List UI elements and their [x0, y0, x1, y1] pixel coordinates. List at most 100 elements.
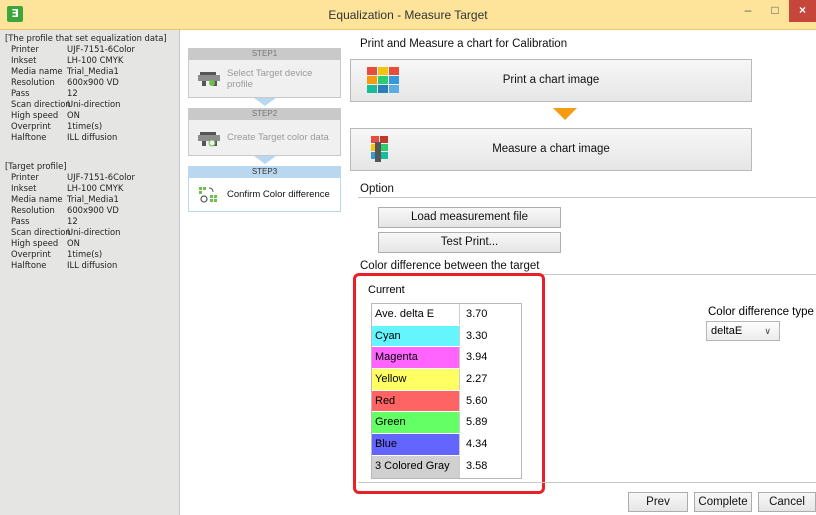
color-name-cell: Green — [372, 412, 460, 434]
profile-key: Printer — [11, 172, 39, 182]
profile-value: LH-100 CMYK — [67, 183, 124, 193]
color-name-cell: Magenta — [372, 347, 460, 369]
delta-value-cell: 3.58 — [460, 455, 521, 478]
profile-value: LH-100 CMYK — [67, 55, 124, 65]
footer-divider — [358, 482, 816, 483]
profile-value: Uni-direction — [67, 99, 121, 109]
table-row: 3 Colored Gray 3.58 — [372, 455, 521, 478]
color-diff-title: Color difference between the target — [360, 260, 540, 272]
step2-button[interactable]: Create Target color data — [188, 119, 341, 156]
color-diff-type-value: deltaE — [711, 325, 743, 337]
complete-button[interactable]: Complete — [694, 492, 752, 512]
profile-row: Media name Trial_Media1 — [5, 66, 179, 77]
step1-button[interactable]: Select Target device profile — [188, 59, 341, 98]
profile-key: Inkset — [11, 55, 37, 65]
profile-key: Resolution — [11, 205, 55, 215]
print-measure-title: Print and Measure a chart for Calibratio… — [360, 38, 568, 50]
close-button[interactable]: × — [789, 0, 816, 22]
delta-value-cell: 5.89 — [460, 412, 521, 434]
profile-key: Overprint — [11, 121, 51, 131]
profile-key: Scan direction — [11, 99, 71, 109]
profile-row: Scan direction Uni-direction — [5, 227, 179, 238]
step3-label: STEP3 — [188, 166, 341, 177]
profile-row: Scan direction Uni-direction — [5, 99, 179, 110]
profile-value: Trial_Media1 — [67, 66, 119, 76]
table-row: Red 5.60 — [372, 390, 521, 413]
profile-value: ILL diffusion — [67, 260, 118, 270]
window-title: Equalization - Measure Target — [328, 8, 488, 22]
profile-key: Halftone — [11, 260, 47, 270]
color-name-cell: Cyan — [372, 325, 460, 347]
test-print-button[interactable]: Test Print... — [378, 232, 561, 253]
table-row: Cyan 3.30 — [372, 325, 521, 348]
step3-button[interactable]: Confirm Color difference — [188, 177, 341, 212]
profile-info-panel: [The profile that set equalization data]… — [0, 30, 180, 515]
profile-value: Uni-direction — [67, 227, 121, 237]
measure-chart-icon — [371, 136, 388, 162]
profile-value: ON — [67, 238, 80, 248]
profile-key: Media name — [11, 66, 63, 76]
profile-value: 1time(s) — [67, 249, 103, 259]
load-measurement-button[interactable]: Load measurement file — [378, 207, 561, 228]
profile-value: UJF-7151-6Color — [67, 172, 135, 182]
prev-button[interactable]: Prev — [628, 492, 688, 512]
profile-value: 600x900 VD — [67, 77, 119, 87]
table-row: Green 5.89 — [372, 412, 521, 435]
cancel-button[interactable]: Cancel — [758, 492, 816, 512]
profile-row: Inkset LH-100 CMYK — [5, 183, 179, 194]
color-name-cell: Blue — [372, 434, 460, 455]
profile-set-list: Printer UJF-7151-6Color Inkset LH-100 CMYK M… — [5, 44, 179, 143]
color-compare-icon — [199, 187, 217, 203]
profile-row: Resolution 600x900 VD — [5, 205, 179, 216]
color-name-cell: Ave. delta E — [372, 304, 460, 325]
profile-value: ILL diffusion — [67, 132, 118, 142]
color-chart-icon — [367, 67, 399, 93]
print-chart-button[interactable]: Print a chart image — [350, 59, 752, 102]
profile-key: Resolution — [11, 77, 55, 87]
title-bar: Ǝ Equalization - Measure Target – □ × — [0, 0, 816, 30]
minimize-button[interactable]: – — [735, 0, 761, 22]
measure-chart-label: Measure a chart image — [492, 143, 610, 155]
delta-value-cell: 3.70 — [460, 304, 521, 325]
next-arrow-icon — [553, 108, 577, 120]
step2-label: STEP2 — [188, 108, 341, 119]
color-diff-type-select[interactable]: deltaE ∨ — [706, 321, 780, 341]
color-name-cell: Red — [372, 390, 460, 412]
step1-text: Select Target device profile — [227, 67, 313, 90]
printer-data-icon — [198, 132, 220, 147]
option-title: Option — [360, 183, 394, 195]
profile-key: Printer — [11, 44, 39, 54]
profile-row: Inkset LH-100 CMYK — [5, 55, 179, 66]
maximize-button[interactable]: □ — [762, 0, 788, 22]
print-chart-label: Print a chart image — [502, 74, 600, 86]
profile-value: 1time(s) — [67, 121, 103, 131]
table-row: Ave. delta E 3.70 — [372, 304, 521, 326]
profile-key: High speed — [11, 238, 59, 248]
profile-value: 600x900 VD — [67, 205, 119, 215]
step1-label: STEP1 — [188, 48, 341, 59]
profile-key: Inkset — [11, 183, 37, 193]
step2-text: Create Target color data — [227, 132, 329, 143]
profile-value: UJF-7151-6Color — [67, 44, 135, 54]
current-label: Current — [368, 284, 405, 296]
printer-icon — [198, 72, 220, 86]
profile-key: Media name — [11, 194, 63, 204]
profile-set-header: [The profile that set equalization data] — [5, 33, 167, 43]
color-difference-table: Ave. delta E 3.70 Cyan 3.30 Magenta 3.94 Yello… — [371, 303, 522, 479]
steps-column: STEP1 Select Target device profile STEP2… — [181, 30, 344, 515]
profile-row: High speed ON — [5, 238, 179, 249]
option-divider — [358, 197, 816, 198]
table-row: Magenta 3.94 — [372, 347, 521, 370]
profile-row: Media name Trial_Media1 — [5, 194, 179, 205]
profile-row: Overprint 1time(s) — [5, 121, 179, 132]
target-profile-header: [Target profile] — [5, 161, 67, 171]
delta-value-cell: 2.27 — [460, 369, 521, 390]
delta-value-cell: 5.60 — [460, 390, 521, 412]
delta-value-cell: 3.94 — [460, 347, 521, 369]
profile-value: ON — [67, 110, 80, 120]
profile-value: 12 — [67, 88, 78, 98]
chevron-down-icon: ∨ — [764, 326, 771, 336]
measure-chart-button[interactable]: Measure a chart image — [350, 128, 752, 171]
profile-row: Printer UJF-7151-6Color — [5, 172, 179, 183]
profile-key: Scan direction — [11, 227, 71, 237]
